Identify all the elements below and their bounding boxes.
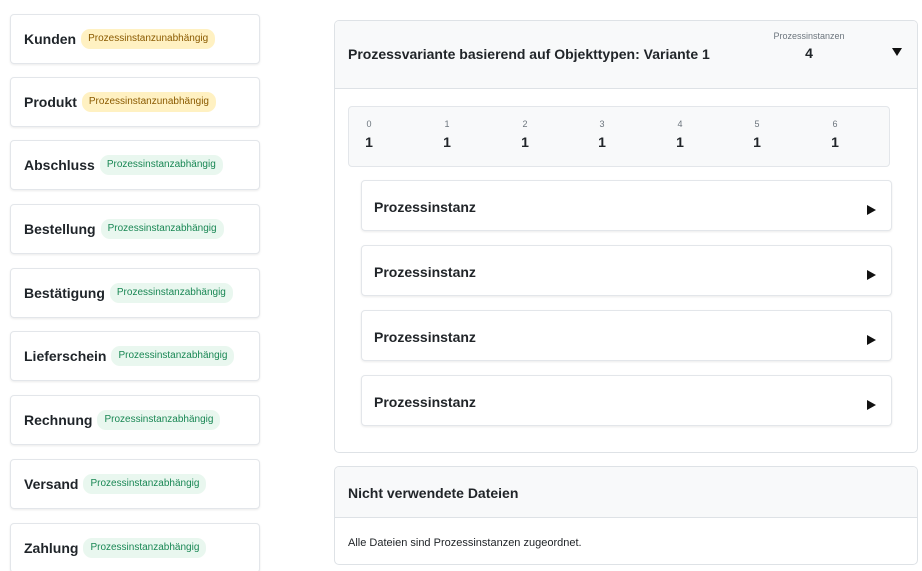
step-cell: 3 1 xyxy=(587,119,617,150)
caret-right-icon xyxy=(867,332,876,345)
step-index: 6 xyxy=(832,119,838,129)
process-instance-row[interactable]: Prozessinstanz xyxy=(361,375,892,426)
object-type-card-zahlung[interactable]: Zahlung Prozessinstanzabhängig xyxy=(10,523,260,571)
object-type-card-bestaetigung[interactable]: Bestätigung Prozessinstanzabhängig xyxy=(10,268,260,318)
step-cell: 1 1 xyxy=(432,119,462,150)
object-type-card-versand[interactable]: Versand Prozessinstanzabhängig xyxy=(10,459,260,509)
process-instance-label: Prozessinstanz xyxy=(374,199,476,215)
object-type-name: Zahlung xyxy=(24,540,79,556)
step-cell: 2 1 xyxy=(510,119,540,150)
process-instance-row[interactable]: Prozessinstanz xyxy=(361,245,892,296)
object-type-badge: Prozessinstanzabhängig xyxy=(100,219,224,239)
object-type-name: Rechnung xyxy=(24,412,93,428)
step-value: 1 xyxy=(365,134,373,150)
object-type-card-produkt[interactable]: Produkt Prozessinstanzunabhängig xyxy=(10,77,260,127)
object-type-name: Versand xyxy=(24,476,79,492)
step-index: 2 xyxy=(522,119,528,129)
unused-files-header: Nicht verwendete Dateien xyxy=(335,467,917,518)
object-type-name: Bestätigung xyxy=(24,285,105,301)
step-index: 3 xyxy=(599,119,605,129)
process-instance-label: Prozessinstanz xyxy=(374,394,476,410)
object-type-badge: Prozessinstanzabhängig xyxy=(111,346,235,366)
instances-counter: Prozessinstanzen 4 xyxy=(765,31,853,61)
step-value: 1 xyxy=(676,134,684,150)
caret-right-icon xyxy=(867,267,876,280)
process-instance-label: Prozessinstanz xyxy=(374,264,476,280)
object-type-card-abschluss[interactable]: Abschluss Prozessinstanzabhängig xyxy=(10,140,260,190)
process-instance-row[interactable]: Prozessinstanz xyxy=(361,310,892,361)
caret-right-icon xyxy=(867,202,876,215)
object-type-badge: Prozessinstanzabhängig xyxy=(83,538,207,558)
object-type-badge: Prozessinstanzunabhängig xyxy=(81,29,216,49)
object-type-badge: Prozessinstanzabhängig xyxy=(83,474,207,494)
step-cell: 6 1 xyxy=(820,119,850,150)
instances-count: 4 xyxy=(805,45,813,61)
caret-right-icon xyxy=(867,397,876,410)
object-type-badge: Prozessinstanzabhängig xyxy=(97,410,221,430)
step-value: 1 xyxy=(521,134,529,150)
step-count-table: 0 1 1 1 2 1 3 1 4 1 5 1 6 1 xyxy=(348,106,890,167)
process-instance-row[interactable]: Prozessinstanz xyxy=(361,180,892,231)
object-type-name: Abschluss xyxy=(24,157,95,173)
process-variant-panel: Prozessvariante basierend auf Objekttype… xyxy=(334,20,918,453)
instances-label: Prozessinstanzen xyxy=(773,31,845,41)
object-type-name: Kunden xyxy=(24,31,77,47)
object-type-name: Lieferschein xyxy=(24,348,107,364)
unused-files-message: Alle Dateien sind Prozessinstanzen zugeo… xyxy=(348,537,582,549)
process-instance-label: Prozessinstanz xyxy=(374,329,476,345)
unused-files-panel: Nicht verwendete Dateien Alle Dateien si… xyxy=(334,466,918,565)
object-type-name: Produkt xyxy=(24,94,77,110)
object-type-name: Bestellung xyxy=(24,221,96,237)
object-type-card-rechnung[interactable]: Rechnung Prozessinstanzabhängig xyxy=(10,395,260,445)
unused-files-body: Alle Dateien sind Prozessinstanzen zugeo… xyxy=(335,518,917,564)
object-type-badge: Prozessinstanzabhängig xyxy=(99,155,223,175)
step-value: 1 xyxy=(831,134,839,150)
step-value: 1 xyxy=(598,134,606,150)
caret-down-icon[interactable] xyxy=(890,45,904,59)
process-variant-title: Prozessvariante basierend auf Objekttype… xyxy=(348,46,710,62)
object-type-badge: Prozessinstanzunabhängig xyxy=(81,92,216,112)
step-cell: 4 1 xyxy=(665,119,695,150)
step-index: 4 xyxy=(677,119,683,129)
object-type-badge: Prozessinstanzabhängig xyxy=(109,283,233,303)
step-value: 1 xyxy=(443,134,451,150)
step-value: 1 xyxy=(753,134,761,150)
process-variant-view: Kunden Prozessinstanzunabhängig Produkt … xyxy=(0,0,922,571)
object-type-list: Kunden Prozessinstanzunabhängig Produkt … xyxy=(0,0,262,571)
step-cell: 0 1 xyxy=(354,119,384,150)
step-index: 5 xyxy=(754,119,760,129)
process-variant-header[interactable]: Prozessvariante basierend auf Objekttype… xyxy=(335,21,917,89)
step-index: 0 xyxy=(366,119,372,129)
object-type-card-kunden[interactable]: Kunden Prozessinstanzunabhängig xyxy=(10,14,260,64)
step-cell: 5 1 xyxy=(742,119,772,150)
object-type-card-lieferschein[interactable]: Lieferschein Prozessinstanzabhängig xyxy=(10,331,260,381)
object-type-card-bestellung[interactable]: Bestellung Prozessinstanzabhängig xyxy=(10,204,260,254)
unused-files-title: Nicht verwendete Dateien xyxy=(348,485,519,501)
step-index: 1 xyxy=(444,119,450,129)
